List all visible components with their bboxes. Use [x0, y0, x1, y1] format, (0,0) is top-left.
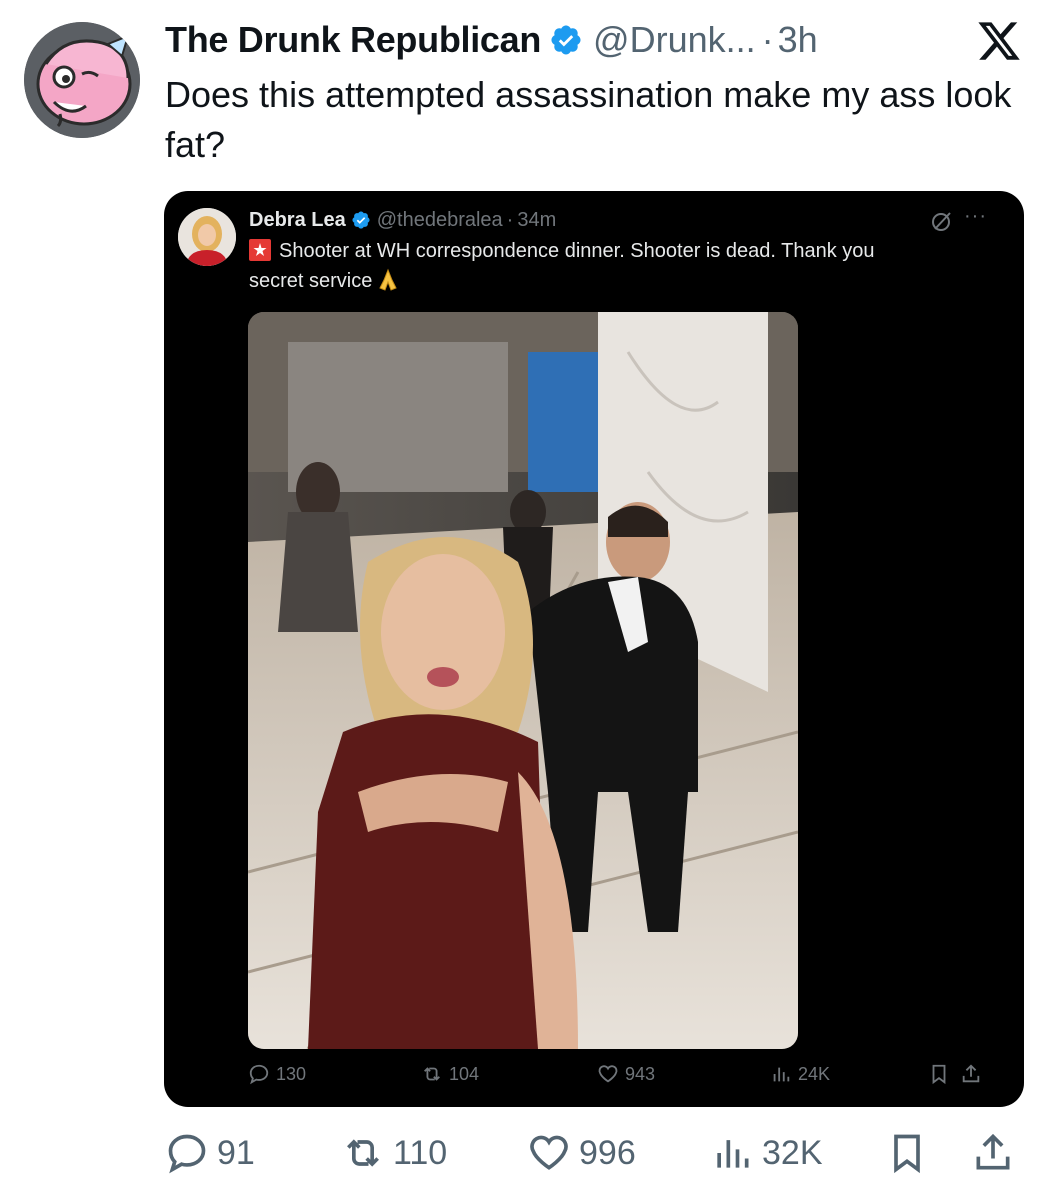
pray-emoji-icon	[379, 268, 398, 291]
quoted-post-text: Shooter at WH correspondence dinner. Sho…	[249, 236, 989, 296]
quoted-post-header: Debra Lea @thedebralea · 34m	[249, 206, 556, 234]
quoted-like-button: 943	[597, 1063, 655, 1085]
quoted-text-line-2: secret service	[249, 270, 373, 292]
post-timestamp[interactable]: 3h	[778, 19, 818, 61]
quoted-view-count: 24K	[798, 1063, 831, 1084]
woman-portrait-avatar-image	[178, 208, 236, 266]
views-button[interactable]: 32K	[710, 1128, 823, 1178]
repost-count: 110	[393, 1133, 448, 1172]
post-action-bar: 91 110 996 32K	[165, 1128, 1025, 1184]
quoted-text-line-1: Shooter at WH correspondence dinner. Sho…	[279, 240, 875, 262]
views-icon	[717, 1140, 749, 1168]
drunk-cartoon-avatar-image	[24, 22, 140, 138]
share-button[interactable]	[971, 1128, 1023, 1178]
quoted-author-handle: @thedebralea	[376, 208, 503, 231]
quoted-author-name: Debra Lea	[249, 208, 346, 231]
quoted-reply-button: 130	[248, 1063, 306, 1085]
quoted-bookmark-button	[928, 1063, 956, 1085]
quoted-action-bar: 130 104 943 24K	[248, 1063, 988, 1095]
separator-dot: ·	[506, 208, 514, 231]
post-header: The Drunk Republican @Drunk... · 3h	[165, 14, 818, 66]
quoted-share-button	[960, 1063, 988, 1085]
more-icon: ···	[964, 205, 987, 227]
quoted-repost-count: 104	[449, 1063, 480, 1084]
x-logo-icon[interactable]	[975, 18, 1023, 64]
quoted-repost-button: 104	[421, 1063, 479, 1085]
reply-icon	[249, 1064, 269, 1085]
separator-dot: ·	[761, 19, 774, 60]
verified-badge-icon	[352, 211, 370, 229]
repost-button[interactable]: 110	[341, 1128, 447, 1178]
views-icon	[773, 1067, 790, 1082]
repost-icon	[424, 1067, 440, 1081]
grok-icon	[932, 212, 951, 231]
view-count: 32K	[762, 1133, 823, 1172]
heart-icon	[530, 1135, 568, 1170]
author-handle[interactable]: @Drunk...	[593, 19, 756, 61]
repost-icon	[347, 1139, 379, 1167]
reply-icon	[168, 1134, 206, 1174]
share-icon	[976, 1133, 1010, 1170]
heart-icon	[598, 1065, 618, 1083]
reply-count: 91	[217, 1133, 255, 1172]
quoted-views-button: 24K	[770, 1063, 830, 1085]
quoted-post-screenshot[interactable]: Debra Lea @thedebralea · 34m ··· Shooter…	[164, 191, 1024, 1107]
bookmark-icon	[894, 1134, 920, 1174]
bookmark-button[interactable]	[885, 1128, 937, 1178]
verified-badge-icon	[551, 25, 581, 55]
quoted-timestamp: 34m	[517, 208, 557, 231]
quoted-reply-count: 130	[276, 1063, 307, 1084]
bookmark-icon	[932, 1064, 946, 1085]
post-text: Does this attempted assassination make m…	[165, 74, 1012, 165]
like-count: 996	[579, 1133, 636, 1172]
quoted-author-avatar	[178, 208, 236, 266]
author-avatar[interactable]	[24, 22, 140, 138]
like-button[interactable]: 996	[527, 1128, 636, 1178]
selfie-at-event-image	[248, 312, 798, 1049]
author-display-name[interactable]: The Drunk Republican	[165, 19, 541, 61]
share-icon	[962, 1064, 980, 1083]
siren-emoji-icon	[249, 239, 271, 261]
post-photo[interactable]	[248, 312, 798, 1049]
quoted-like-count: 943	[625, 1063, 656, 1084]
reply-button[interactable]: 91	[165, 1128, 255, 1178]
